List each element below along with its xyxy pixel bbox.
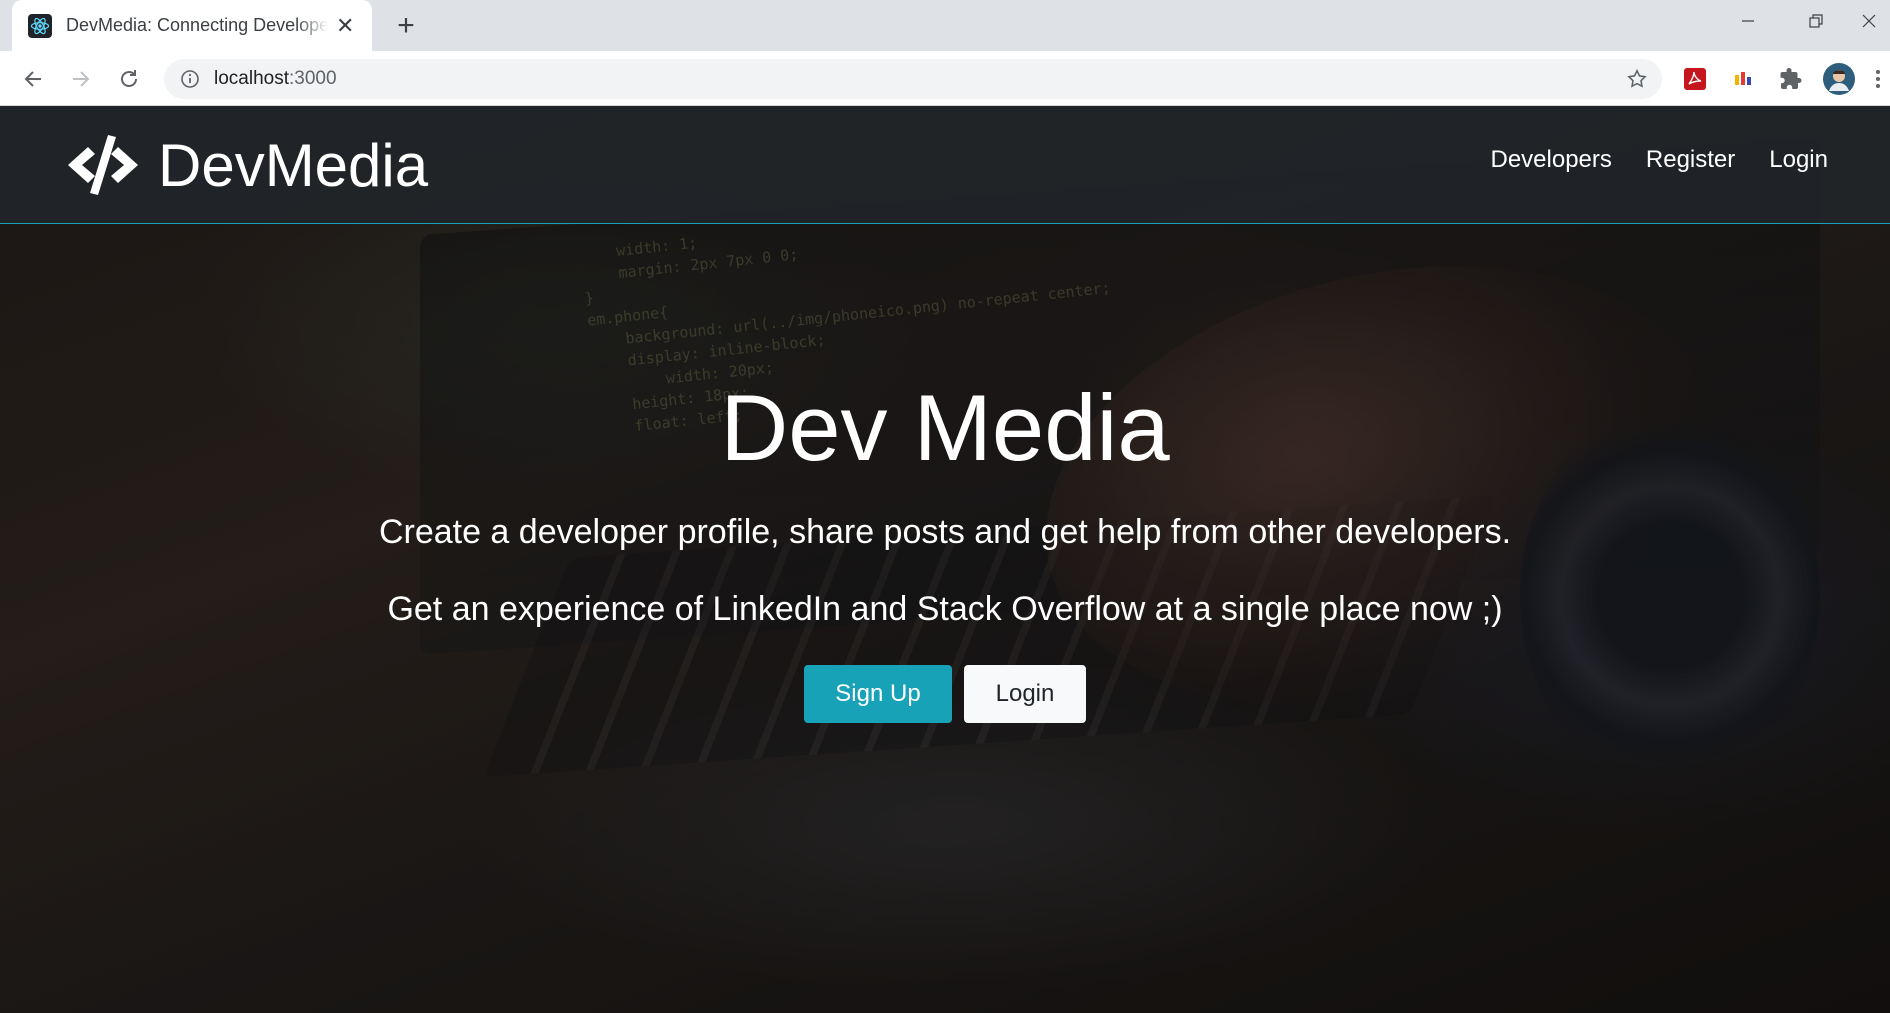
nav-link-register[interactable]: Register (1646, 146, 1735, 174)
nav-link-login[interactable]: Login (1769, 146, 1828, 174)
close-window-icon[interactable] (1848, 0, 1890, 42)
tab-title: DevMedia: Connecting Developers (66, 15, 328, 35)
landing-page: width: 1; margin: 2px 7px 0 0; } em.phon… (0, 106, 1890, 1013)
nav-links: Developers Register Login (1490, 146, 1828, 174)
brand-link[interactable]: DevMedia (64, 122, 428, 208)
nav-link-developers[interactable]: Developers (1490, 146, 1611, 174)
back-arrow-icon[interactable] (16, 62, 50, 96)
hero-buttons: Sign Up Login (0, 665, 1890, 724)
hero-lead: Create a developer profile, share posts … (378, 513, 1512, 552)
hero-lead-secondary: Get an experience of LinkedIn and Stack … (387, 590, 1503, 629)
login-button[interactable]: Login (964, 665, 1086, 724)
site-navbar: DevMedia Developers Register Login (0, 106, 1890, 224)
browser-tabstrip: DevMedia: Connecting Developers ✕ + (0, 0, 1890, 51)
info-icon[interactable] (180, 69, 200, 89)
hero-title: Dev Media (720, 375, 1170, 480)
color-extension-icon[interactable] (1728, 64, 1758, 94)
star-icon[interactable] (1626, 68, 1648, 90)
url-host: localhost (214, 68, 289, 89)
close-tab-icon[interactable]: ✕ (336, 14, 354, 37)
reload-icon[interactable] (112, 62, 146, 96)
pdf-extension-icon[interactable] (1680, 64, 1710, 94)
puzzle-extensions-icon[interactable] (1776, 64, 1806, 94)
browser-tab[interactable]: DevMedia: Connecting Developers ✕ (12, 0, 372, 51)
profile-avatar[interactable] (1822, 62, 1856, 96)
url-port: :3000 (289, 68, 337, 89)
address-bar[interactable]: localhost:3000 (164, 59, 1662, 99)
brand-name: DevMedia (158, 131, 429, 199)
new-tab-button[interactable]: + (390, 9, 422, 42)
url-text: localhost:3000 (214, 68, 337, 90)
react-icon (28, 13, 52, 38)
hero-section: Dev Media Create a developer profile, sh… (0, 375, 1890, 724)
code-icon (68, 135, 138, 195)
signup-button[interactable]: Sign Up (804, 665, 952, 724)
minimize-window-icon[interactable] (1718, 0, 1778, 42)
kebab-menu-icon[interactable] (1868, 64, 1888, 94)
restore-window-icon[interactable] (1786, 0, 1846, 42)
forward-arrow-icon[interactable] (64, 62, 98, 96)
browser-toolbar: localhost:3000 (0, 51, 1890, 106)
